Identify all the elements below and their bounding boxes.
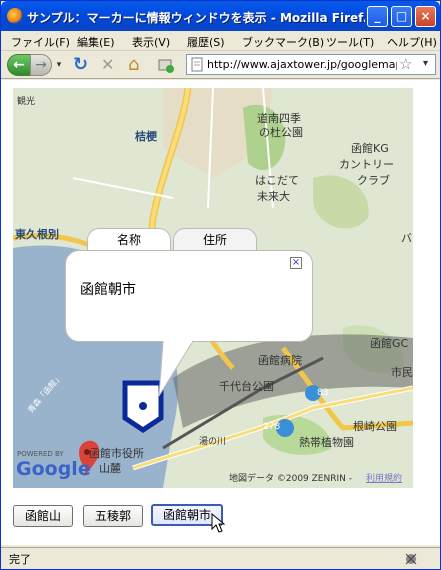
label-yunokawa: 湯の川 — [199, 437, 227, 447]
map-terms-link[interactable]: 利用規約 — [366, 471, 402, 484]
mouse-cursor-icon — [211, 513, 226, 533]
infowindow-tab-name[interactable]: 名称 — [87, 228, 171, 252]
label-kanko: 観光 — [17, 97, 36, 107]
reload-icon[interactable]: ↻ — [73, 54, 93, 76]
label-neyama: 根崎公園 — [353, 420, 397, 433]
label-gc: 函館GC — [370, 337, 409, 350]
label-ichi: 市民 — [391, 366, 413, 379]
label-donan2: の杜公園 — [259, 126, 303, 139]
label-barn: バー — [401, 232, 413, 245]
label-chiyogadai: 千代台公園 — [219, 380, 274, 393]
address-bar[interactable]: http://www.ajaxtower.jp/googlemap ☆ ▾ — [186, 54, 436, 75]
title-bar[interactable]: サンプル：マーカーに情報ウィンドウを表示 - Mozilla Firef... … — [1, 1, 440, 31]
infowindow: 函館朝市 × — [65, 250, 313, 342]
menu-help[interactable]: ヘルプ(H) — [387, 34, 437, 50]
label-hakodate-kg: 函館KG — [351, 142, 389, 155]
button-goryokaku[interactable]: 五稜郭 — [83, 505, 143, 527]
status-text: 完了 — [9, 553, 31, 566]
navigation-toolbar: ← → ▾ ↻ ✕ ⌂ http://www.ajaxtower.jp/goog… — [1, 51, 440, 79]
forward-button[interactable]: → — [30, 54, 52, 76]
menu-bar: ファイル(F) 編集(E) 表示(V) 履歴(S) ブックマーク(B) ツール(… — [1, 31, 440, 51]
menu-view[interactable]: 表示(V) — [132, 34, 170, 50]
road-278: 278 — [263, 422, 281, 432]
google-map[interactable]: 道南四季 の杜公園 函館KG カントリー クラブ 桔梗 はこだて 未来大 東久根… — [13, 88, 413, 488]
google-powered: POWERED BY — [17, 450, 64, 458]
label-kikyo: 桔梗 — [135, 130, 157, 143]
label-hakodate-mirai: はこだて — [255, 174, 299, 187]
menu-tools[interactable]: ツール(T) — [326, 34, 374, 50]
label-yama: 山麓 — [99, 462, 121, 475]
google-logo[interactable]: Google — [16, 458, 91, 480]
maximize-button[interactable]: □ — [391, 6, 412, 27]
menu-bookmarks[interactable]: ブックマーク(B) — [242, 34, 324, 50]
firefox-icon — [7, 8, 23, 24]
status-bar: 完了 — [1, 547, 440, 569]
back-button[interactable]: ← — [7, 54, 31, 76]
menu-file[interactable]: ファイル(F) — [11, 34, 70, 50]
infowindow-tab-address[interactable]: 住所 — [173, 228, 257, 252]
stop-icon[interactable]: ✕ — [101, 54, 121, 76]
addon-status-icon[interactable] — [401, 550, 421, 568]
label-mirai2: 未来大 — [257, 190, 290, 203]
infowindow-content: 函館朝市 — [80, 282, 136, 298]
road-83: 83 — [317, 388, 329, 398]
page-icon — [191, 57, 203, 72]
label-nettai: 熱帯植物園 — [299, 436, 354, 449]
bookmark-star-icon[interactable]: ☆ — [399, 55, 412, 73]
label-hospital: 函館病院 — [258, 354, 302, 367]
button-hakodateyama[interactable]: 函館山 — [13, 505, 73, 527]
label-club: クラブ — [357, 174, 390, 187]
label-higashi: 東久根別 — [15, 228, 59, 241]
window-title: サンプル：マーカーに情報ウィンドウを表示 - Mozilla Firef... — [27, 11, 365, 25]
infowindow-pointer — [158, 341, 194, 397]
page-content: 道南四季 の杜公園 函館KG カントリー クラブ 桔梗 はこだて 未来大 東久根… — [1, 80, 440, 545]
menu-history[interactable]: 履歴(S) — [187, 34, 225, 50]
label-shiyakusho: 函館市役所 — [89, 447, 144, 460]
url-text[interactable]: http://www.ajaxtower.jp/googlemap — [207, 58, 397, 71]
url-dropdown-icon[interactable]: ▾ — [423, 58, 428, 69]
map-copyright: 地図データ ©2009 ZENRIN - — [229, 474, 352, 484]
menu-edit[interactable]: 編集(E) — [77, 34, 115, 50]
minimize-button[interactable]: _ — [367, 6, 388, 27]
history-dropdown[interactable]: ▾ — [53, 54, 65, 76]
close-button[interactable]: × — [415, 6, 436, 27]
addon-icon[interactable] — [156, 54, 176, 76]
infowindow-close-icon[interactable]: × — [290, 257, 302, 269]
browser-window: サンプル：マーカーに情報ウィンドウを表示 - Mozilla Firef... … — [0, 0, 441, 570]
home-icon[interactable]: ⌂ — [128, 54, 148, 76]
label-country: カントリー — [339, 158, 394, 171]
